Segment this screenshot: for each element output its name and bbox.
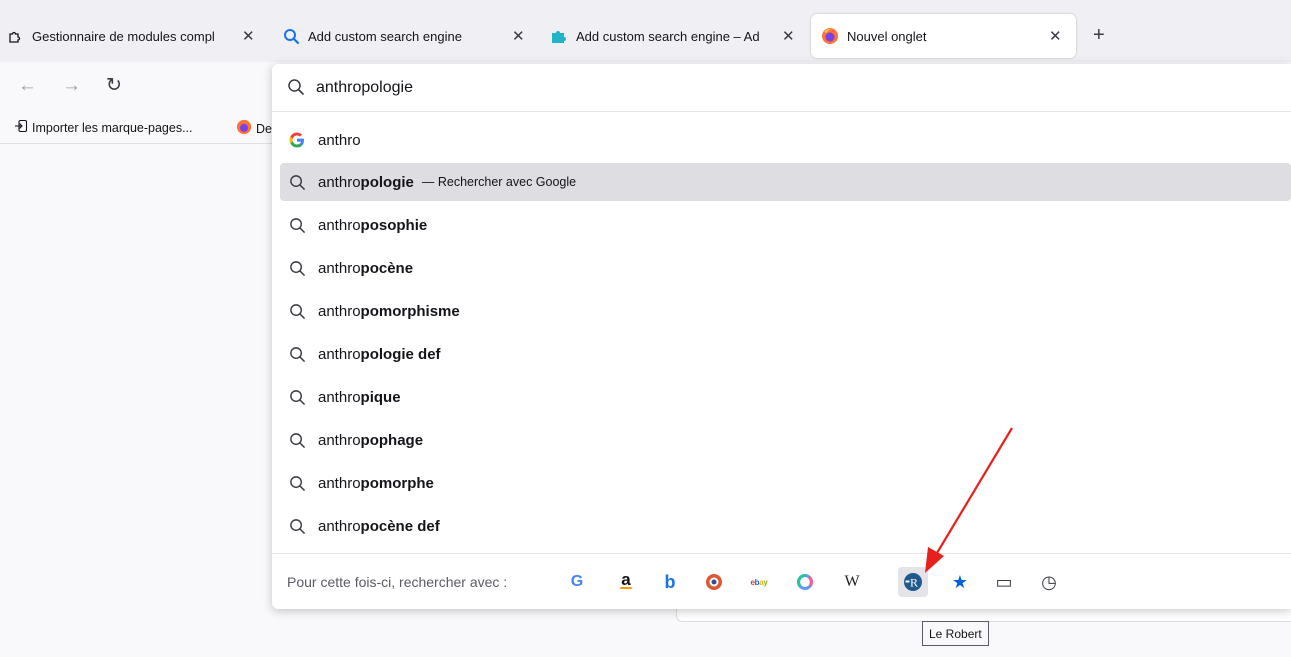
ebay-engine-icon[interactable]: ebay [744, 567, 774, 597]
amazon-engine-icon[interactable]: a [611, 567, 641, 597]
suggestion-row[interactable]: anthro pique [280, 378, 1291, 416]
suggestion-completion: pomorphe [360, 474, 434, 492]
suggestion-completion: posophie [360, 216, 428, 234]
suggestion-row[interactable]: anthro pomorphe [280, 464, 1291, 502]
svg-text:R: R [910, 576, 918, 590]
tab-title: Gestionnaire de modules compl [32, 28, 215, 44]
suggestion-typed: anthro [318, 345, 361, 363]
tab-add-custom-search-addon[interactable]: Add custom search engine – Ad ✕ [550, 14, 800, 58]
history-clock-icon[interactable]: ◷ [1034, 567, 1064, 597]
new-tab-button[interactable]: + [1093, 25, 1105, 45]
bing-engine-icon[interactable]: b [655, 567, 685, 597]
suggestion-completion: pocène [360, 259, 414, 277]
search-icon [288, 259, 306, 277]
bookmark-label: Importer les marque-pages... [32, 120, 193, 135]
browser-window: Gestionnaire de modules compl ✕ Add cust… [0, 0, 1291, 657]
tab-new-tab[interactable]: Nouvel onglet ✕ [811, 14, 1076, 58]
suggestion-row-google[interactable]: anthro [280, 121, 1291, 159]
bookmark-label: De [256, 121, 272, 136]
suggestion-row[interactable]: anthro pomorphisme [280, 292, 1291, 330]
firefox-icon [821, 27, 839, 45]
tab-close-button[interactable]: ✕ [1049, 27, 1062, 45]
search-icon [288, 345, 306, 363]
suggestion-typed: anthro [318, 474, 361, 492]
suggestion-row[interactable]: anthro posophie [280, 206, 1291, 244]
bookmark-import[interactable]: Importer les marque-pages... [14, 119, 193, 136]
bookmarks-star-icon[interactable]: ★ [945, 567, 975, 597]
one-off-search-bar: Pour cette fois-ci, rechercher avec : Ga… [272, 553, 1291, 609]
firefox-icon [236, 119, 252, 138]
search-icon [288, 302, 306, 320]
google-engine-icon[interactable]: G [562, 567, 592, 597]
suggestion-row[interactable]: anthro pocène def [280, 507, 1291, 545]
forward-button[interactable]: → [62, 76, 81, 96]
le-robert-engine-icon[interactable]: R [898, 567, 928, 597]
google-icon [288, 131, 306, 149]
wikipedia-engine-icon[interactable]: W [837, 567, 867, 597]
suggestion-typed: anthro [318, 517, 361, 535]
search-icon [282, 27, 300, 45]
search-icon [288, 431, 306, 449]
suggestion-completion: pologie [360, 173, 414, 191]
search-icon [288, 173, 306, 191]
urlbar-popup: anthro anthropologie — Rechercher avec G… [272, 64, 1291, 609]
search-icon [288, 474, 306, 492]
tab-title: Add custom search engine [308, 28, 462, 44]
tab-addons-manager[interactable]: Gestionnaire de modules compl ✕ [6, 14, 264, 58]
tooltip: Le Robert [922, 621, 989, 646]
suggestion-row[interactable]: anthro pocène [280, 249, 1291, 287]
puzzle-blue-icon [550, 27, 568, 45]
suggestion-row[interactable]: anthro pophage [280, 421, 1291, 459]
bookmark-firefox[interactable]: De [236, 119, 272, 138]
tab-strip: Gestionnaire de modules compl ✕ Add cust… [0, 0, 1291, 62]
suggestion-completion: pologie def [360, 345, 441, 363]
search-icon [288, 216, 306, 234]
reload-button[interactable]: ↻ [106, 76, 122, 96]
import-icon [14, 119, 28, 136]
suggestion-typed: anthro [318, 173, 361, 191]
tab-title: Add custom search engine – Ad [576, 28, 760, 44]
tab-close-button[interactable]: ✕ [242, 27, 255, 45]
qwant-engine-icon[interactable] [790, 567, 820, 597]
suggestion-typed: anthro [318, 216, 361, 234]
urlbar-input-row [272, 64, 1291, 112]
suggestion-typed: anthro [318, 302, 361, 320]
one-off-label: Pour cette fois-ci, rechercher avec : [287, 574, 508, 590]
suggestion-completion: pique [360, 388, 401, 406]
suggestion-row[interactable]: anthro pologie def [280, 335, 1291, 373]
suggestion-action: — Rechercher avec Google [421, 175, 577, 189]
search-icon [288, 517, 306, 535]
suggestion-row-selected[interactable]: anthro pologie — Rechercher avec Google [280, 163, 1291, 201]
suggestion-typed: anthro [318, 259, 361, 277]
tabs-icon[interactable]: ▭ [989, 567, 1019, 597]
tab-close-button[interactable]: ✕ [782, 27, 795, 45]
tab-title: Nouvel onglet [847, 28, 927, 44]
back-button[interactable]: ← [18, 76, 37, 96]
search-icon [287, 78, 305, 101]
tab-close-button[interactable]: ✕ [512, 27, 525, 45]
duckduckgo-engine-icon[interactable] [699, 567, 729, 597]
urlbar-input[interactable] [316, 77, 1216, 99]
puzzle-outline-icon [6, 27, 24, 45]
suggestion-completion: pomorphisme [360, 302, 460, 320]
suggestion-typed: anthro [318, 388, 361, 406]
suggestion-completion: pocène def [360, 517, 440, 535]
suggestion-typed: anthro [318, 431, 361, 449]
suggestion-text: anthro [318, 131, 361, 149]
tab-add-custom-search[interactable]: Add custom search engine ✕ [282, 14, 530, 58]
suggestion-completion: pophage [360, 431, 424, 449]
search-icon [288, 388, 306, 406]
